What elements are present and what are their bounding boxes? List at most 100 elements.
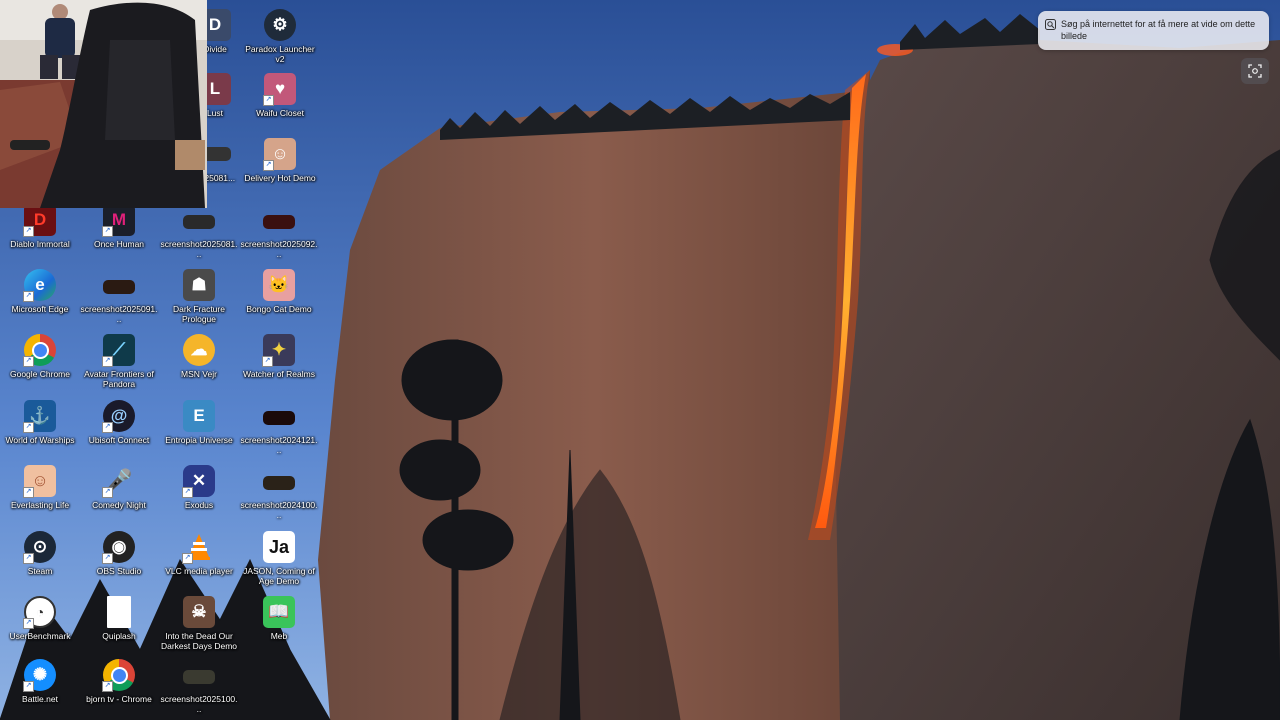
shortcut-arrow-icon: ↗ bbox=[23, 681, 34, 692]
icon-label: Steam bbox=[27, 566, 53, 576]
desktop-icon-delivery-hot-demo[interactable]: ☺ ↗ Delivery Hot Demo bbox=[241, 135, 319, 199]
desktop-icon-exodus[interactable]: ✕ ↗ Exodus bbox=[160, 462, 238, 526]
shortcut-arrow-icon: ↗ bbox=[102, 422, 113, 433]
desktop-icon-bjorn-tv-chrome[interactable]: ↗ bjorn tv - Chrome bbox=[80, 656, 158, 720]
desktop-icon-paradox-launcher[interactable]: ⚙ Paradox Launcher v2 bbox=[241, 6, 319, 70]
icon-label: Google Chrome bbox=[9, 369, 70, 379]
icon-label: screenshot2024100... bbox=[240, 500, 318, 520]
shortcut-arrow-icon: ↗ bbox=[102, 553, 113, 564]
screenshot-icon bbox=[103, 280, 135, 294]
icon-label: UserBenchmark bbox=[9, 631, 71, 641]
desktop-icon-watcher-of-realms[interactable]: ✦ ↗ Watcher of Realms bbox=[240, 331, 318, 395]
icon-label: Diablo Immortal bbox=[10, 239, 70, 249]
desktop-icon-jason-coming-of-age-demo[interactable]: Ja JASON, Coming of Age Demo bbox=[240, 528, 318, 592]
desktop-icon-userbenchmark[interactable]: ◔ ↗ UserBenchmark bbox=[1, 593, 79, 657]
shortcut-arrow-icon: ↗ bbox=[23, 487, 34, 498]
visual-search-text: Søg på internettet for at få mere at vid… bbox=[1061, 19, 1256, 41]
icon-label: Microsoft Edge bbox=[11, 304, 69, 314]
visual-search-icon bbox=[1045, 19, 1056, 30]
desktop-icon-microsoft-edge[interactable]: e ↗ Microsoft Edge bbox=[1, 266, 79, 330]
screenshot-icon bbox=[263, 411, 295, 425]
shortcut-arrow-icon: ↗ bbox=[182, 487, 193, 498]
icon-label: JASON, Coming of Age Demo bbox=[243, 566, 315, 586]
icon-label: Avatar Frontiers of Pandora bbox=[84, 369, 154, 389]
game-icon: ☠ bbox=[183, 596, 215, 628]
desktop-icon-waifu-closet[interactable]: ♥ ↗ Waifu Closet bbox=[241, 70, 319, 134]
desktop-icon-screenshot-2025081b[interactable]: screenshot2025081... bbox=[160, 201, 238, 265]
desktop-icon-into-the-dead[interactable]: ☠ Into the Dead Our Darkest Days Demo bbox=[160, 593, 238, 657]
shortcut-arrow-icon: ↗ bbox=[23, 291, 34, 302]
shortcut-arrow-icon: ↗ bbox=[102, 487, 113, 498]
desktop-icon-google-chrome[interactable]: ↗ Google Chrome bbox=[1, 331, 79, 395]
icon-label: Watcher of Realms bbox=[243, 369, 315, 379]
jason-icon: Ja bbox=[263, 531, 295, 563]
icon-label: MSN Vejr bbox=[181, 369, 217, 379]
desktop-icon-meb[interactable]: 📖 Meb bbox=[240, 593, 318, 657]
desktop-icon-screenshot-2025100[interactable]: screenshot2025100... bbox=[160, 656, 238, 720]
icon-label: Meb bbox=[270, 631, 288, 641]
desktop-icon-once-human[interactable]: M ↗ Once Human bbox=[80, 201, 158, 265]
lens-icon bbox=[1248, 64, 1262, 78]
desktop-icon-bongo-cat-demo[interactable]: 🐱 Bongo Cat Demo bbox=[240, 266, 318, 330]
paradox-icon: ⚙ bbox=[264, 9, 296, 41]
game-icon: ☗ bbox=[183, 269, 215, 301]
icon-label: Waifu Closet bbox=[256, 108, 304, 118]
desktop-icon-diablo-immortal[interactable]: D ↗ Diablo Immortal bbox=[1, 201, 79, 265]
icon-label: Bongo Cat Demo bbox=[246, 304, 312, 314]
icon-label: Ubisoft Connect bbox=[88, 435, 150, 445]
desktop-icon-everlasting-life[interactable]: ☺ ↗ Everlasting Life bbox=[1, 462, 79, 526]
visual-search-tooltip[interactable]: Søg på internettet for at få mere at vid… bbox=[1038, 11, 1269, 50]
icon-label: Battle.net bbox=[22, 694, 58, 704]
icon-label: bjorn tv - Chrome bbox=[86, 694, 152, 704]
desktop-icon-screenshot-2024100[interactable]: screenshot2024100... bbox=[240, 462, 318, 526]
icon-label: Quiplash bbox=[102, 631, 136, 641]
shortcut-arrow-icon: ↗ bbox=[263, 95, 274, 106]
shortcut-arrow-icon: ↗ bbox=[23, 356, 34, 367]
desktop-icon-avatar-frontiers[interactable]: ⟋ ↗ Avatar Frontiers of Pandora bbox=[80, 331, 158, 395]
desktop-icon-vlc-media-player[interactable]: ↗ VLC media player bbox=[160, 528, 238, 592]
icon-label: screenshot2025091... bbox=[80, 304, 158, 324]
desktop-icon-msn-vejr[interactable]: ☁ MSN Vejr bbox=[160, 331, 238, 395]
icon-label: Once Human bbox=[93, 239, 145, 249]
desktop-icon-steam[interactable]: ⊙ ↗ Steam bbox=[1, 528, 79, 592]
icon-label: Exodus bbox=[184, 500, 214, 510]
desktop-icon-screenshot-2025092[interactable]: screenshot2025092... bbox=[240, 201, 318, 265]
book-icon: 📖 bbox=[263, 596, 295, 628]
desktop-icon-entropia-universe[interactable]: E Entropia Universe bbox=[160, 397, 238, 461]
entropia-icon: E bbox=[183, 400, 215, 432]
shortcut-arrow-icon: ↗ bbox=[23, 618, 34, 629]
icon-label: Everlasting Life bbox=[10, 500, 70, 510]
desktop-icon-screenshot-2025091[interactable]: screenshot2025091... bbox=[80, 266, 158, 330]
icon-label: screenshot2024121... bbox=[240, 435, 318, 455]
icon-label: Comedy Night bbox=[92, 500, 146, 510]
shortcut-arrow-icon: ↗ bbox=[102, 681, 113, 692]
shortcut-arrow-icon: ↗ bbox=[23, 226, 34, 237]
shortcut-arrow-icon: ↗ bbox=[262, 356, 273, 367]
screenshot-icon bbox=[183, 215, 215, 229]
icon-label: Delivery Hot Demo bbox=[244, 173, 316, 183]
icon-label: VLC media player bbox=[165, 566, 233, 576]
desktop-icon-battlenet[interactable]: ✺ ↗ Battle.net bbox=[1, 656, 79, 720]
screenshot-icon bbox=[263, 215, 295, 229]
desktop-icon-world-of-warships[interactable]: ⚓ ↗ World of Warships bbox=[1, 397, 79, 461]
icon-label: World of Warships bbox=[5, 435, 75, 445]
screenshot-icon bbox=[183, 670, 215, 684]
desktop-icon-obs-studio[interactable]: ◉ ↗ OBS Studio bbox=[80, 528, 158, 592]
desktop-icon-quiplash[interactable]: Quiplash bbox=[80, 593, 158, 657]
document-icon bbox=[107, 596, 131, 628]
icon-label: OBS Studio bbox=[96, 566, 142, 576]
icon-label: Dark Fracture Prologue bbox=[173, 304, 225, 324]
desktop-icon-dark-fracture-prologue[interactable]: ☗ Dark Fracture Prologue bbox=[160, 266, 238, 330]
icon-label: screenshot2025081... bbox=[160, 239, 238, 259]
webcam-feed bbox=[0, 0, 207, 208]
desktop-icon-screenshot-2024121[interactable]: screenshot2024121... bbox=[240, 397, 318, 461]
shortcut-arrow-icon: ↗ bbox=[23, 553, 34, 564]
shortcut-arrow-icon: ↗ bbox=[102, 226, 113, 237]
weather-icon: ☁ bbox=[183, 334, 215, 366]
desktop-icon-ubisoft-connect[interactable]: @ ↗ Ubisoft Connect bbox=[80, 397, 158, 461]
icon-label: Paradox Launcher v2 bbox=[245, 44, 315, 64]
shortcut-arrow-icon: ↗ bbox=[263, 160, 274, 171]
bongo-cat-icon: 🐱 bbox=[263, 269, 295, 301]
desktop-icon-comedy-night[interactable]: 🎤 ↗ Comedy Night bbox=[80, 462, 158, 526]
visual-search-button[interactable] bbox=[1241, 58, 1269, 84]
